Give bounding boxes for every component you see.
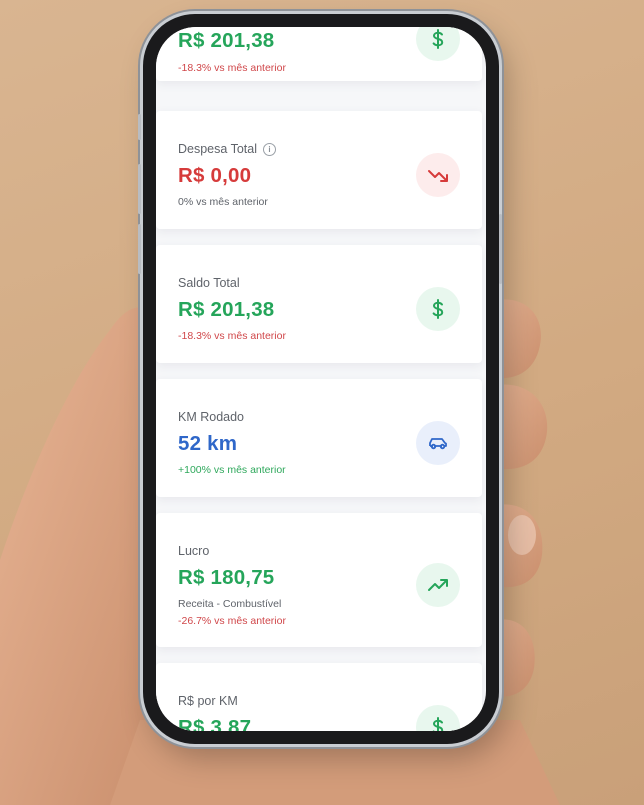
trending-down-icon bbox=[416, 153, 460, 197]
metric-label: KM Rodado bbox=[178, 410, 245, 424]
metric-value: R$ 3,87 bbox=[178, 716, 252, 731]
app-screen[interactable]: R$ 201,38 -18.3% vs mês anterior Despesa… bbox=[156, 27, 486, 731]
dollar-icon bbox=[416, 705, 460, 731]
metric-compare: +100% vs mês anterior bbox=[178, 464, 286, 476]
metric-card-lucro[interactable]: Lucro R$ 180,75 Receita - Combustível -2… bbox=[156, 513, 482, 647]
volume-up-button bbox=[138, 164, 141, 214]
metric-compare: -26.7% vs mês anterior bbox=[178, 615, 286, 627]
metric-card-km-rodado[interactable]: KM Rodado 52 km +100% vs mês anterior bbox=[156, 379, 482, 497]
metric-value: R$ 201,38 bbox=[178, 298, 275, 321]
metrics-list[interactable]: R$ 201,38 -18.3% vs mês anterior Despesa… bbox=[156, 27, 486, 731]
metric-compare: -18.3% vs mês anterior bbox=[178, 330, 286, 342]
car-icon bbox=[416, 421, 460, 465]
metric-card-rs-por-km[interactable]: R$ por KM R$ 3,87 bbox=[156, 663, 482, 731]
metric-value: R$ 201,38 bbox=[178, 29, 275, 52]
metric-compare: -18.3% vs mês anterior bbox=[178, 62, 286, 74]
info-icon[interactable]: i bbox=[263, 143, 276, 156]
trending-up-icon bbox=[416, 563, 460, 607]
metric-card-saldo-total[interactable]: Saldo Total R$ 201,38 -18.3% vs mês ante… bbox=[156, 245, 482, 363]
metric-label: Saldo Total bbox=[178, 276, 240, 290]
dollar-icon bbox=[416, 27, 460, 61]
side-button bbox=[138, 114, 141, 140]
metric-value: R$ 0,00 bbox=[178, 164, 252, 187]
metric-card-despesa-total[interactable]: Despesa Total i R$ 0,00 0% vs mês anterio… bbox=[156, 111, 482, 229]
metric-label: Despesa Total i bbox=[178, 142, 276, 156]
metric-label: Lucro bbox=[178, 544, 210, 558]
metric-label: R$ por KM bbox=[178, 694, 238, 708]
metric-card-receita[interactable]: R$ 201,38 -18.3% vs mês anterior bbox=[156, 27, 482, 81]
volume-down-button bbox=[138, 224, 141, 274]
metric-value: 52 km bbox=[178, 432, 238, 455]
dollar-icon bbox=[416, 287, 460, 331]
power-button bbox=[499, 214, 502, 284]
metric-note: Receita - Combustível bbox=[178, 598, 282, 610]
metric-compare: 0% vs mês anterior bbox=[178, 196, 268, 208]
metric-value: R$ 180,75 bbox=[178, 566, 275, 589]
phone-frame: R$ 201,38 -18.3% vs mês anterior Despesa… bbox=[138, 14, 502, 744]
